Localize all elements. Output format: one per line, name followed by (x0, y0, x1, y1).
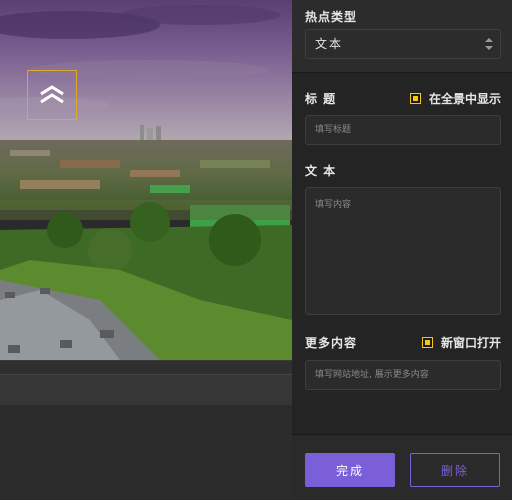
viewer-toolbar-strip (0, 360, 292, 375)
viewer-bottom-area (0, 405, 292, 500)
new-window-checkbox[interactable] (422, 337, 433, 348)
double-chevron-up-icon (40, 85, 64, 104)
url-input[interactable] (305, 360, 501, 390)
hotspot-type-select[interactable]: 文本 (305, 29, 501, 59)
done-button[interactable]: 完成 (305, 453, 395, 487)
show-in-panorama-checkbox[interactable] (410, 93, 421, 104)
title-input[interactable] (305, 115, 501, 145)
hotspot-properties-panel: 热点类型 文本 标 题 在全景中显示 文 本 更多内容 新窗口打开 完成 删除 (292, 0, 512, 500)
panorama-image[interactable] (0, 0, 292, 360)
hotspot-type-section: 热点类型 文本 (292, 0, 512, 73)
text-content-input[interactable] (305, 187, 501, 315)
text-label: 文 本 (305, 164, 337, 178)
new-window-toggle[interactable]: 新窗口打开 (422, 334, 501, 351)
hotspot-type-value: 文本 (315, 37, 344, 51)
updown-arrows-icon (485, 38, 493, 50)
hotspot-marker[interactable] (27, 70, 77, 120)
title-label: 标 题 (305, 92, 337, 106)
scene-track[interactable] (0, 374, 292, 406)
hotspot-type-label: 热点类型 (305, 10, 358, 24)
delete-button[interactable]: 删除 (410, 453, 500, 487)
app-root: 热点类型 文本 标 题 在全景中显示 文 本 更多内容 新窗口打开 完成 删除 (0, 0, 512, 500)
more-content-label: 更多内容 (305, 336, 358, 350)
show-in-panorama-toggle[interactable]: 在全景中显示 (410, 90, 501, 107)
panel-footer: 完成 删除 (292, 434, 512, 500)
new-window-label: 新窗口打开 (441, 336, 502, 350)
show-in-panorama-label: 在全景中显示 (429, 92, 502, 106)
panorama-viewer[interactable] (0, 0, 292, 500)
